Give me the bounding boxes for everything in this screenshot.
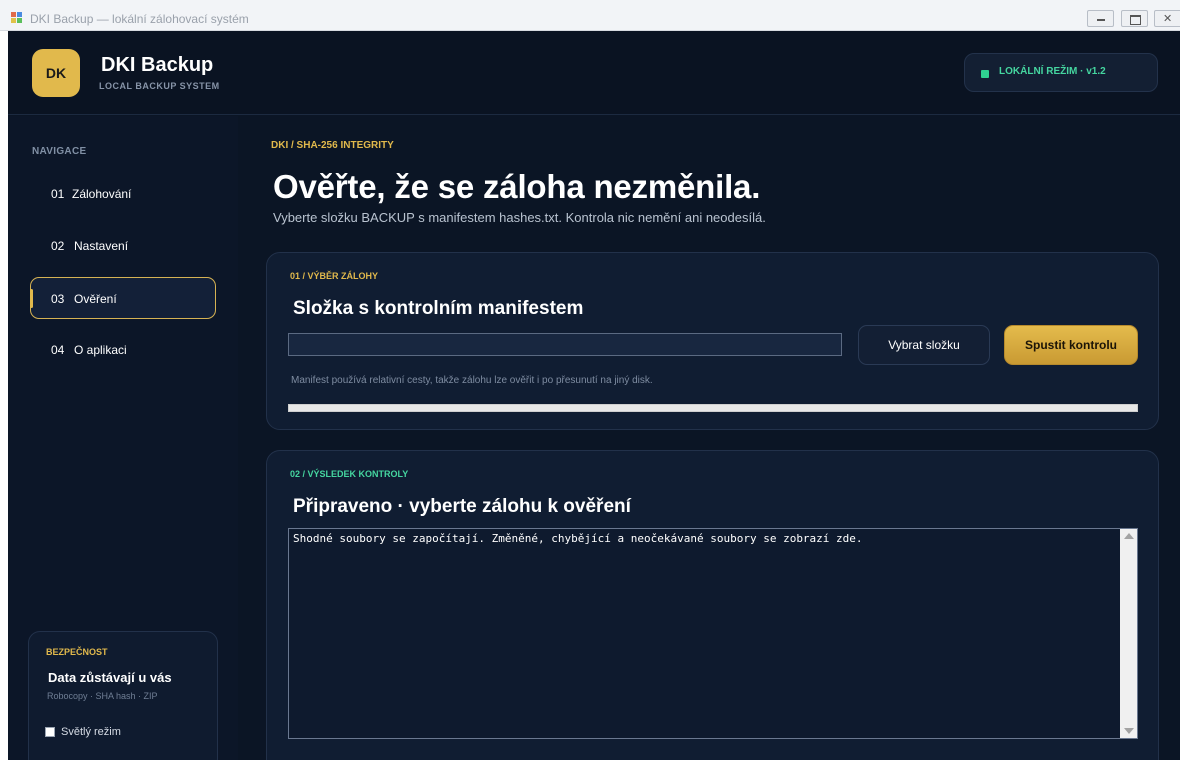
nav-item-number: 01: [51, 187, 65, 201]
run-check-button[interactable]: Spustit kontrolu: [1004, 325, 1138, 365]
choose-folder-button[interactable]: Vybrat složku: [858, 325, 990, 365]
card-title: Složka s kontrolním manifestem: [293, 298, 584, 319]
result-card: 02 / VÝSLEDEK KONTROLY Připraveno · vybe…: [266, 450, 1159, 760]
page-title: Ověřte, že se záloha nezměnila.: [273, 168, 761, 205]
folder-path-input[interactable]: [288, 333, 842, 356]
app-header: DK DKI Backup LOCAL BACKUP SYSTEM LOKÁLN…: [8, 31, 1180, 115]
light-mode-label[interactable]: Světlý režim: [61, 726, 121, 738]
minimize-button[interactable]: [1087, 10, 1114, 27]
sidebar: NAVIGACE 01 Zálohování 02 Nastavení 03 O…: [8, 116, 238, 760]
nav-item-number: 04: [51, 343, 65, 357]
window-frame-edge: [0, 31, 8, 760]
backup-selection-card: 01 / VÝBĚR ZÁLOHY Složka s kontrolním ma…: [266, 252, 1159, 430]
security-heading: Data zůstávají u vás: [48, 670, 172, 685]
progress-bar: [288, 404, 1138, 412]
nav-item-number: 02: [51, 239, 65, 253]
nav-item-label: Zálohování: [72, 187, 132, 201]
close-button[interactable]: [1154, 10, 1180, 27]
card-step-label: 01 / VÝBĚR ZÁLOHY: [290, 271, 379, 281]
window-title: DKI Backup — lokální zálohovací systém: [30, 12, 249, 26]
mode-label: LOKÁLNÍ REŽIM · v1.2: [999, 66, 1106, 77]
scroll-down-icon[interactable]: [1124, 728, 1134, 734]
result-output-textarea[interactable]: Shodné soubory se započítají. Změněné, c…: [288, 528, 1138, 739]
mode-badge: LOKÁLNÍ REŽIM · v1.2: [964, 53, 1158, 92]
result-scrollbar[interactable]: [1120, 529, 1137, 738]
app-name: DKI Backup: [101, 54, 214, 76]
manifest-hint: Manifest používá relativní cesty, takže …: [291, 375, 653, 386]
sidebar-item-o-aplikaci[interactable]: 04 O aplikaci: [30, 329, 216, 371]
status-dot-icon: [981, 70, 989, 78]
maximize-button[interactable]: [1121, 10, 1148, 27]
result-output-text: Shodné soubory se započítají. Změněné, c…: [293, 532, 863, 545]
security-subtitle: Robocopy · SHA hash · ZIP: [47, 691, 158, 701]
sidebar-item-overeni[interactable]: 03 Ověření: [30, 277, 216, 319]
card-title: Připraveno · vyberte zálohu k ověření: [293, 496, 631, 517]
app-window-icon: [11, 12, 23, 24]
page-eyebrow: DKI / SHA-256 INTEGRITY: [271, 140, 394, 151]
nav-item-label: Nastavení: [74, 239, 129, 253]
sidebar-item-zalohovani[interactable]: 01 Zálohování: [30, 173, 216, 215]
nav-item-label: O aplikaci: [74, 343, 127, 357]
scroll-up-icon[interactable]: [1124, 533, 1134, 539]
light-mode-checkbox[interactable]: [45, 727, 55, 737]
page-subtitle: Vyberte složku BACKUP s manifestem hashe…: [273, 210, 766, 225]
nav-heading: NAVIGACE: [32, 146, 87, 157]
card-step-label: 02 / VÝSLEDEK KONTROLY: [290, 469, 409, 479]
window-titlebar: DKI Backup — lokální zálohovací systém: [0, 0, 1180, 31]
sidebar-item-nastaveni[interactable]: 02 Nastavení: [30, 225, 216, 267]
nav-item-number: 03: [51, 292, 65, 306]
app-subtitle: LOCAL BACKUP SYSTEM: [99, 81, 220, 91]
main-content: DKI / SHA-256 INTEGRITY Ověřte, že se zá…: [238, 116, 1180, 760]
nav-item-label: Ověření: [74, 292, 117, 306]
app-logo: DK: [32, 49, 80, 97]
security-title: BEZPEČNOST: [46, 647, 108, 657]
security-card: BEZPEČNOST Data zůstávají u vás Robocopy…: [28, 631, 218, 760]
